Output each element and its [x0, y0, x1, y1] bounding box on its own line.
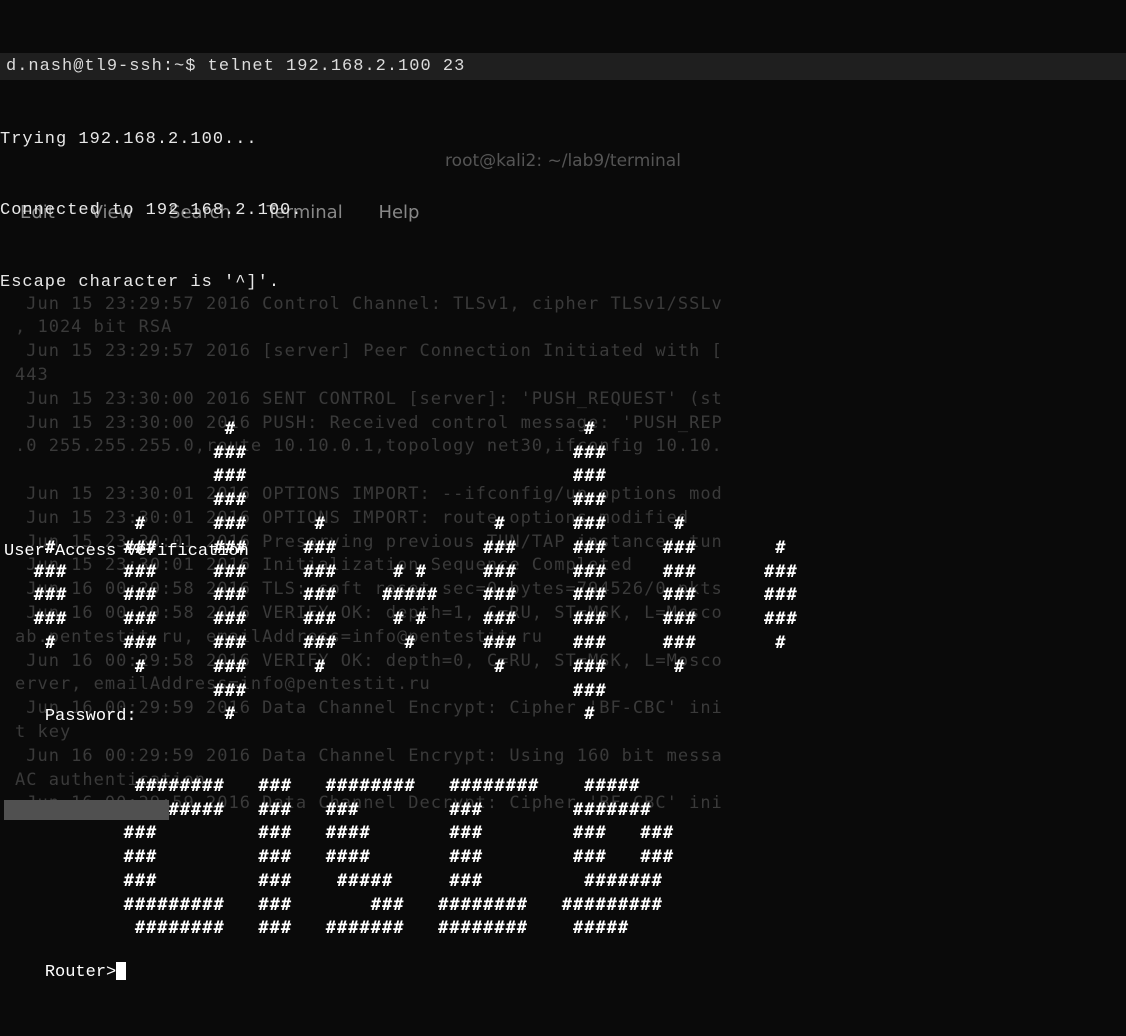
router-prompt: Router> — [45, 963, 116, 982]
connect-line-2: Connected to 192.168.2.100. — [0, 199, 1126, 223]
connect-line-1: Trying 192.168.2.100... — [0, 128, 1126, 152]
shell-prompt-line: d.nash@tl9-ssh:~$ telnet 192.168.2.100 2… — [0, 53, 1126, 81]
password-censored — [4, 800, 169, 820]
user-access-verification: User Access Verification — [4, 540, 1122, 564]
login-area[interactable]: User Access Verification Password: Route… — [0, 492, 1126, 1036]
cursor-icon[interactable] — [116, 962, 126, 980]
password-label: Password: — [45, 707, 137, 726]
connect-line-3: Escape character is '^]'. — [0, 271, 1126, 295]
